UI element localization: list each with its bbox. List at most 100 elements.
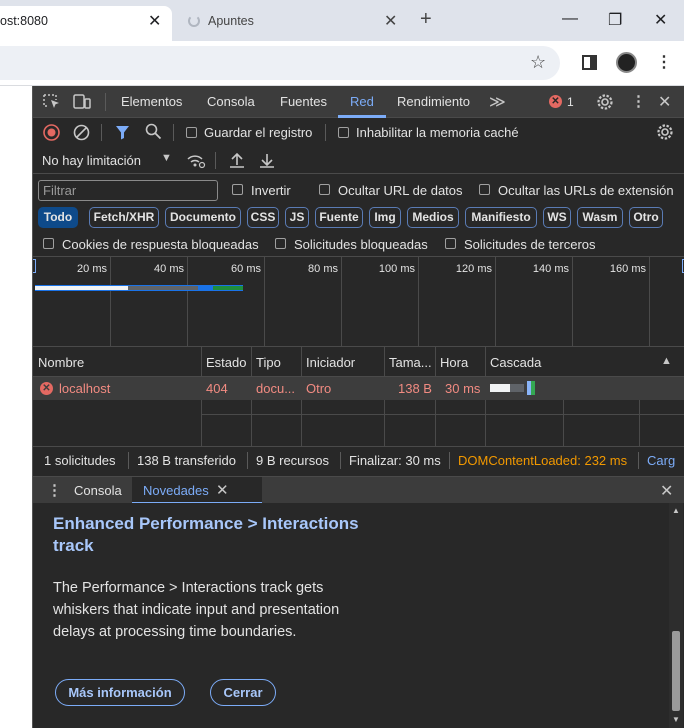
learn-more-button[interactable]: Más información [55, 679, 185, 706]
scrollbar-thumb[interactable] [672, 631, 680, 711]
profile-avatar[interactable] [616, 52, 637, 73]
type-filter-css[interactable]: CSS [247, 207, 279, 228]
drawer-tab-whats-new[interactable]: Novedades ✕ [132, 477, 262, 504]
preserve-log-checkbox[interactable] [186, 127, 197, 138]
omnibox[interactable] [0, 46, 560, 80]
tab-network[interactable]: Red [350, 94, 374, 109]
type-filter-font[interactable]: Fuente [315, 207, 363, 228]
close-devtools-icon[interactable]: ✕ [658, 92, 671, 112]
whats-new-panel: Enhanced Performance > Interactions trac… [33, 503, 684, 728]
overview-left-handle[interactable] [33, 259, 36, 273]
overview-request-bar [35, 285, 243, 291]
column-name[interactable]: Nombre [38, 355, 84, 370]
type-filter-js[interactable]: JS [285, 207, 309, 228]
blocked-requests-checkbox[interactable] [275, 238, 286, 249]
search-icon[interactable] [145, 123, 162, 140]
column-status[interactable]: Estado [206, 355, 246, 370]
drawer-tab-label: Novedades [143, 483, 209, 498]
request-time: 30 ms [445, 381, 481, 396]
error-count[interactable]: 1 [567, 95, 574, 109]
column-type[interactable]: Tipo [256, 355, 281, 370]
close-tab-icon[interactable]: ✕ [384, 11, 397, 31]
filter-icon[interactable] [115, 125, 130, 140]
blocked-requests-label: Solicitudes bloqueadas [294, 237, 428, 252]
type-filter-manifest[interactable]: Manifiesto [465, 207, 537, 228]
scroll-down-arrow-icon[interactable]: ▼ [672, 715, 680, 724]
network-overview[interactable]: 20 ms 40 ms 60 ms 80 ms 100 ms 120 ms 14… [33, 256, 684, 347]
close-drawer-icon[interactable]: ✕ [660, 481, 673, 501]
tab-elements[interactable]: Elementos [121, 94, 182, 109]
column-initiator[interactable]: Iniciador [306, 355, 355, 370]
minimize-icon[interactable]: — [562, 10, 578, 28]
disable-cache-checkbox[interactable] [338, 127, 349, 138]
tab-title: Apuntes [208, 14, 254, 28]
network-settings-gear-icon[interactable] [656, 123, 674, 141]
close-drawer-tab-icon[interactable]: ✕ [216, 481, 229, 499]
drawer-tab-console[interactable]: Consola [74, 483, 122, 498]
hide-extension-urls-checkbox[interactable] [479, 184, 490, 195]
column-size[interactable]: Tama... [389, 355, 432, 370]
throttling-row: No hay limitación ▼ [33, 147, 684, 174]
close-tab-icon[interactable]: ✕ [148, 11, 161, 31]
tab-performance[interactable]: Rendimiento [397, 94, 470, 109]
browser-tab-inactive[interactable]: Apuntes ✕ [180, 6, 408, 36]
side-panel-icon[interactable] [582, 55, 597, 70]
overview-tick: 140 ms [532, 263, 569, 275]
type-filter-media[interactable]: Medios [407, 207, 459, 228]
invert-checkbox[interactable] [232, 184, 243, 195]
request-size: 138 B [398, 381, 432, 396]
bookmark-star-icon[interactable]: ☆ [530, 52, 546, 73]
close-button[interactable]: Cerrar [210, 679, 276, 706]
summary-load: Carg [647, 453, 676, 468]
table-row[interactable]: ✕ localhost 404 docu... Otro 138 B 30 ms [33, 377, 684, 400]
type-filter-wasm[interactable]: Wasm [577, 207, 623, 228]
export-har-icon[interactable] [259, 152, 275, 169]
more-tabs-icon[interactable]: ≫ [489, 92, 506, 112]
device-toolbar-icon[interactable] [73, 94, 91, 110]
drawer-scrollbar[interactable]: ▲ ▼ [669, 503, 683, 728]
toolbar-divider [173, 124, 174, 141]
column-time[interactable]: Hora [440, 355, 468, 370]
blocked-cookies-checkbox[interactable] [43, 238, 54, 249]
network-conditions-icon[interactable] [186, 152, 206, 169]
drawer-menu-icon[interactable]: ⋮ [47, 481, 62, 499]
summary-divider [340, 452, 341, 469]
tab-console[interactable]: Consola [207, 94, 255, 109]
hide-data-urls-label: Ocultar URL de datos [338, 183, 463, 198]
dropdown-arrow-icon[interactable]: ▼ [161, 152, 172, 164]
scroll-up-arrow-icon[interactable]: ▲ [672, 506, 680, 515]
settings-gear-icon[interactable] [596, 93, 614, 111]
whats-new-body: The Performance > Interactions track get… [53, 580, 340, 640]
overview-tick: 40 ms [154, 263, 184, 275]
request-name[interactable]: localhost [59, 381, 110, 396]
browser-tab-active[interactable]: ost:8080 ✕ [0, 6, 172, 41]
hide-data-urls-checkbox[interactable] [319, 184, 330, 195]
column-waterfall[interactable]: Cascada [490, 355, 541, 370]
sort-ascending-icon[interactable]: ▲ [661, 355, 672, 367]
type-filter-img[interactable]: Img [369, 207, 401, 228]
inspect-element-icon[interactable] [43, 94, 61, 110]
third-party-checkbox[interactable] [445, 238, 456, 249]
tab-sources[interactable]: Fuentes [280, 94, 327, 109]
filter-input[interactable] [38, 180, 218, 201]
record-stop-icon[interactable] [43, 124, 60, 141]
type-filter-all[interactable]: Todo [38, 207, 78, 228]
summary-dom-content-loaded: DOMContentLoaded: 232 ms [458, 453, 628, 468]
type-filter-other[interactable]: Otro [629, 207, 663, 228]
waterfall-bar-receive [531, 381, 535, 395]
new-tab-icon[interactable]: + [420, 8, 432, 31]
devtools-menu-icon[interactable]: ⋮ [631, 92, 646, 110]
restore-icon[interactable]: ❐ [608, 10, 622, 30]
overview-grid-line [187, 257, 188, 346]
close-window-icon[interactable]: ✕ [654, 10, 667, 30]
type-filter-ws[interactable]: WS [543, 207, 571, 228]
overview-tick: 60 ms [231, 263, 261, 275]
type-filter-fetch-xhr[interactable]: Fetch/XHR [89, 207, 159, 228]
type-filter-document[interactable]: Documento [165, 207, 241, 228]
chrome-menu-icon[interactable]: ⋮ [656, 52, 672, 72]
network-summary-bar: 1 solicitudes 138 B transferido 9 B recu… [33, 446, 684, 473]
throttling-select[interactable]: No hay limitación [42, 153, 141, 168]
clear-icon[interactable] [73, 124, 90, 141]
import-har-icon[interactable] [229, 152, 245, 169]
error-icon[interactable]: ✕ [549, 95, 562, 108]
